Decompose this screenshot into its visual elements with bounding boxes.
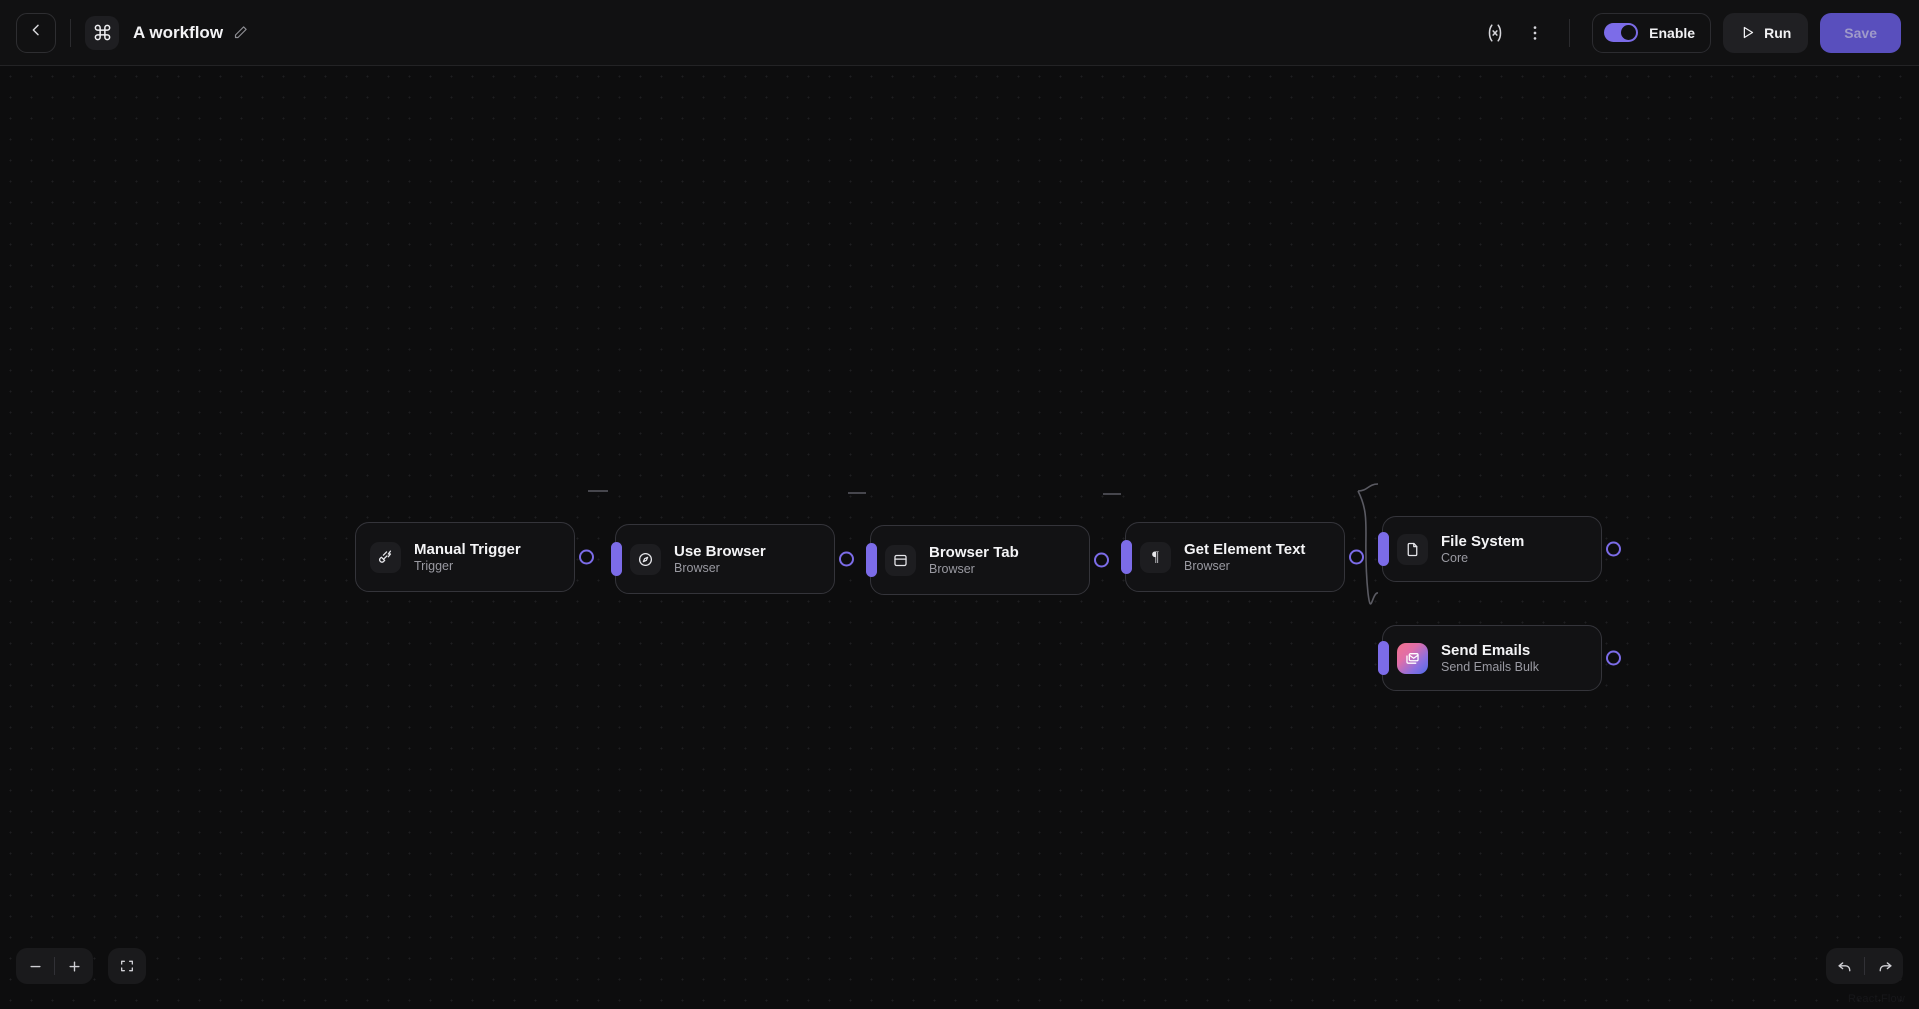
node-title: Manual Trigger [414, 541, 521, 558]
node-subtitle: Browser [674, 561, 720, 575]
zoom-in-button[interactable] [55, 948, 93, 984]
output-port-file-system[interactable] [1606, 541, 1621, 557]
compass-icon [630, 543, 661, 575]
node-text-use-browser: Use Browser Browser [674, 543, 766, 575]
command-icon [85, 15, 119, 50]
output-port-browser-tab[interactable] [1094, 552, 1109, 568]
node-title: Browser Tab [929, 544, 1019, 561]
node-send-emails[interactable]: Send Emails Send Emails Bulk [1378, 625, 1621, 691]
document-icon [1397, 533, 1428, 565]
node-subtitle: Browser [1184, 559, 1230, 573]
output-port-use-browser[interactable] [839, 551, 854, 567]
node-text-browser-tab: Browser Tab Browser [929, 544, 1019, 576]
toggle-switch[interactable] [1604, 23, 1639, 42]
more-vertical-icon[interactable] [1515, 13, 1555, 53]
play-icon [1740, 25, 1755, 40]
envelope-stack-icon [1397, 642, 1428, 674]
node-text-send-emails: Send Emails Send Emails Bulk [1441, 642, 1539, 674]
node-title: Use Browser [674, 543, 766, 560]
node-text-file-system: File System Core [1441, 533, 1524, 565]
node-subtitle: Trigger [414, 559, 454, 573]
toolbar-divider [70, 18, 71, 47]
node-text-get-element-text: Get Element Text Browser [1184, 541, 1305, 573]
node-text-manual-trigger: Manual Trigger Trigger [414, 541, 521, 573]
edge-element-to-file [1357, 483, 1379, 492]
input-port-browser-tab[interactable] [866, 543, 877, 577]
history-controls [1826, 948, 1903, 984]
node-get-element-text[interactable]: ¶ Get Element Text Browser [1121, 522, 1364, 592]
expression-variable-icon[interactable] [1475, 13, 1515, 53]
node-file-system[interactable]: File System Core [1378, 516, 1621, 582]
toggle-knob [1621, 25, 1637, 40]
run-label: Run [1764, 24, 1792, 41]
fit-view-button[interactable] [108, 948, 146, 984]
node-subtitle: Send Emails Bulk [1441, 660, 1539, 674]
node-use-browser[interactable]: Use Browser Browser [611, 524, 854, 594]
node-title: Get Element Text [1184, 541, 1306, 558]
input-port-get-element-text[interactable] [1121, 540, 1132, 574]
node-browser-tab[interactable]: Browser Tab Browser [866, 525, 1109, 595]
plug-lightning-icon [370, 541, 401, 573]
node-title: Send Emails [1441, 642, 1531, 659]
page-title: A workflow [133, 22, 224, 42]
enable-label: Enable [1649, 24, 1696, 41]
zoom-out-button[interactable] [16, 948, 54, 984]
zoom-controls [16, 948, 93, 984]
enable-toggle[interactable]: Enable [1592, 12, 1712, 53]
save-button[interactable]: Save [1820, 12, 1901, 53]
input-port-send-emails[interactable] [1378, 641, 1389, 675]
toolbar-divider-2 [1569, 18, 1571, 47]
top-toolbar: A workflow Enable Run Save [0, 0, 1919, 66]
node-subtitle: Browser [929, 562, 975, 576]
pilcrow-icon: ¶ [1140, 541, 1171, 573]
input-port-file-system[interactable] [1378, 532, 1389, 566]
output-port-send-emails[interactable] [1606, 650, 1621, 666]
input-port-use-browser[interactable] [611, 542, 622, 576]
output-port-get-element-text[interactable] [1349, 549, 1364, 565]
edge-element-to-emails [1357, 490, 1379, 605]
browser-window-icon [885, 544, 916, 576]
undo-button[interactable] [1826, 948, 1864, 984]
node-title: File System [1441, 533, 1525, 550]
workflow-canvas[interactable]: Manual Trigger Trigger Use Browser Browser B… [0, 66, 1919, 1009]
redo-button[interactable] [1865, 948, 1903, 984]
run-button[interactable]: Run [1723, 12, 1809, 53]
node-subtitle: Core [1441, 551, 1469, 565]
pencil-icon[interactable] [233, 25, 248, 40]
attribution-label: React Flow [1847, 993, 1905, 1005]
output-port-manual-trigger[interactable] [579, 549, 594, 565]
back-button[interactable] [16, 12, 56, 53]
chevron-left-icon [28, 22, 44, 43]
node-manual-trigger[interactable]: Manual Trigger Trigger [355, 522, 594, 592]
fit-screen-icon[interactable] [108, 948, 146, 984]
